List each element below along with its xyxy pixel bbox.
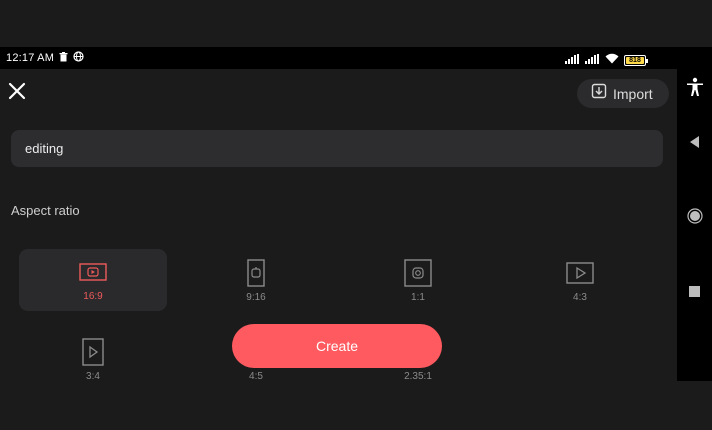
recents-button[interactable] [677,286,712,297]
system-nav-bar [677,69,712,381]
project-name-input[interactable] [11,130,663,167]
ratio-label: 4:5 [249,371,263,382]
home-circle-icon [686,208,703,224]
aspect-ratio-title: Aspect ratio [11,203,80,218]
close-button[interactable] [7,81,27,101]
play-frame-icon [19,338,167,366]
play-frame-icon [506,262,654,284]
back-triangle-icon [689,136,699,148]
create-project-screen: Import Aspect ratio 16:9 9:16 1:1 4:3 3:… [0,69,677,430]
import-button[interactable]: Import [577,79,669,108]
accessibility-icon [686,77,703,96]
accessibility-button[interactable] [677,77,712,97]
youtube-icon [19,263,167,281]
ratio-label: 2.35:1 [404,371,432,382]
ratio-option-16-9[interactable]: 16:9 [19,249,167,311]
ratio-label: 16:9 [83,291,103,302]
status-bar: 12:17 AM 818 [0,47,712,69]
instagram-icon [344,259,492,287]
signal-icon [565,51,580,69]
create-button[interactable]: Create [232,324,442,368]
status-time: 12:17 AM [6,52,55,64]
recents-square-icon [689,286,700,297]
close-icon [8,82,26,100]
battery-label: 818 [629,56,641,64]
ratio-option-9-16[interactable]: 9:16 [182,249,330,311]
ratio-label: 9:16 [246,292,266,303]
wifi-icon [605,51,619,69]
battery-icon: 818 [624,54,648,66]
home-button[interactable] [677,208,712,224]
ratio-option-4-3[interactable]: 4:3 [506,249,654,311]
ratio-option-1-1[interactable]: 1:1 [344,249,492,311]
tiktok-icon [182,259,330,287]
import-icon [591,83,607,104]
trash-icon [59,49,68,67]
ratio-label: 3:4 [86,371,100,382]
vpn-globe-icon [73,49,84,67]
import-label: Import [613,85,653,102]
ratio-label: 1:1 [411,292,425,303]
ratio-label: 4:3 [573,292,587,303]
signal-2-icon [585,51,600,69]
ratio-option-3-4[interactable]: 3:4 [19,334,167,396]
back-button[interactable] [677,136,712,148]
